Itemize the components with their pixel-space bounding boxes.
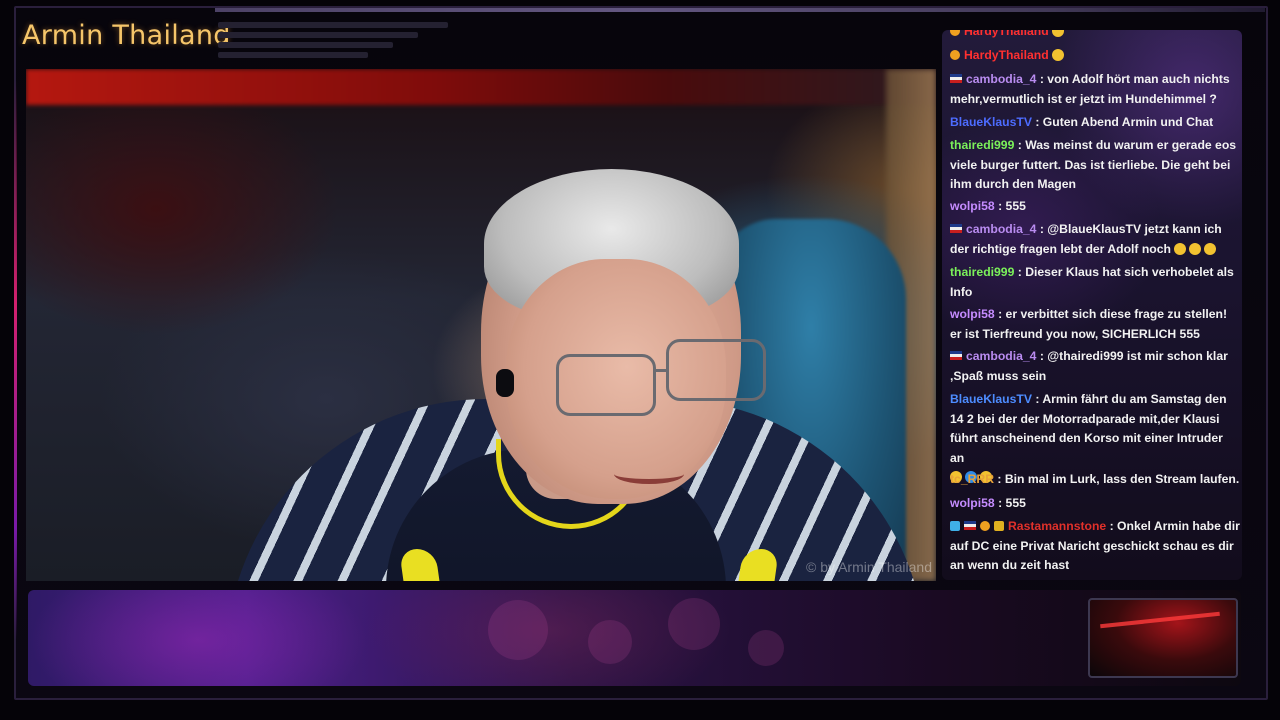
chat-message: HardyThailand [950, 30, 1240, 42]
chat-username[interactable]: thairedi999 [950, 265, 1014, 279]
clap-emoji-icon [1051, 30, 1064, 37]
glasses-lens-left [556, 354, 656, 416]
chat-message: wolpi58 : er verbittet sich diese frage … [950, 305, 1240, 344]
chat-username[interactable]: BlaueKlausTV [950, 115, 1032, 129]
clap-emoji-icon [1051, 49, 1064, 61]
earpiece-icon [496, 369, 514, 397]
bokeh-light [488, 600, 548, 660]
stream-title: Armin Thailand [22, 20, 231, 51]
video-watermark: © by Armin Thailand [805, 559, 932, 575]
chat-message: wolpi58 : 555 [950, 494, 1240, 514]
chat-username[interactable]: wolpi58 [950, 307, 995, 321]
glasses-lens-right [666, 339, 766, 401]
chat-message: wolpi58 : 555 [950, 197, 1240, 217]
bokeh-light [748, 630, 784, 666]
sub-badge-icon [980, 521, 990, 531]
chat-text: : Bin mal im Lurk, lass den Stream laufe… [997, 472, 1240, 486]
bottom-banner [28, 590, 1241, 686]
chat-username[interactable]: Rastamannstone [1008, 519, 1106, 533]
chat-message: thairedi999 : Was meinst du warum er ger… [950, 136, 1240, 195]
chat-message: tc_RRR : Bin mal im Lurk, lass den Strea… [950, 470, 1240, 490]
chat-username[interactable]: BlaueKlausTV [950, 392, 1032, 406]
chat-username[interactable]: wolpi58 [950, 199, 995, 213]
chat-username[interactable]: HardyThailand [964, 48, 1049, 62]
chat-text: : 555 [998, 496, 1026, 510]
laugh-emoji-icon [1188, 242, 1201, 255]
chat-message: thairedi999 : Dieser Klaus hat sich verh… [950, 263, 1240, 302]
background-red-light [26, 69, 936, 105]
chat-username[interactable]: thairedi999 [950, 138, 1014, 152]
chat-username[interactable]: wolpi58 [950, 496, 995, 510]
streamer-smile [614, 464, 684, 484]
secondary-camera-thumbnail [1088, 598, 1238, 678]
crown-badge-icon [994, 521, 1004, 531]
bokeh-light [588, 620, 632, 664]
chat-username[interactable]: cambodia_4 [966, 222, 1036, 236]
chat-username[interactable]: tc_RRR [950, 472, 994, 486]
chat-username[interactable]: cambodia_4 [966, 72, 1036, 86]
thai-flag-icon [950, 351, 962, 360]
sub-badge-icon [950, 30, 960, 36]
chat-username[interactable]: cambodia_4 [966, 349, 1036, 363]
chat-message: HardyThailand [950, 46, 1240, 66]
chat-message: cambodia_4 : von Adolf hört man auch nic… [950, 70, 1240, 109]
title-decoration [218, 22, 448, 62]
thai-flag-icon [964, 521, 976, 530]
chat-text: : Guten Abend Armin und Chat [1035, 115, 1214, 129]
sub-badge-icon [950, 50, 960, 60]
chat-panel: HardyThailand HardyThailand cambodia_4 :… [942, 30, 1242, 580]
thai-flag-icon [950, 224, 962, 233]
chat-text: : 555 [998, 199, 1026, 213]
laugh-emoji-icon [1203, 242, 1216, 255]
neon-accent-left [14, 80, 17, 640]
laugh-emoji-icon [1173, 242, 1186, 255]
webcam-video: © by Armin Thailand [26, 69, 936, 581]
thai-flag-icon [950, 74, 962, 83]
chat-message: BlaueKlausTV : Guten Abend Armin und Cha… [950, 113, 1240, 133]
chat-username[interactable]: HardyThailand [964, 30, 1049, 38]
chat-message: Rastamannstone : Onkel Armin habe dir au… [950, 517, 1240, 576]
bokeh-light [668, 598, 720, 650]
chat-message: cambodia_4 : @BlaueKlausTV jetzt kann ic… [950, 220, 1240, 259]
chat-message: cambodia_4 : @thairedi999 ist mir schon … [950, 347, 1240, 386]
glasses-bridge [654, 369, 668, 372]
vip-badge-icon [950, 521, 960, 531]
top-accent-bar [215, 8, 1265, 12]
